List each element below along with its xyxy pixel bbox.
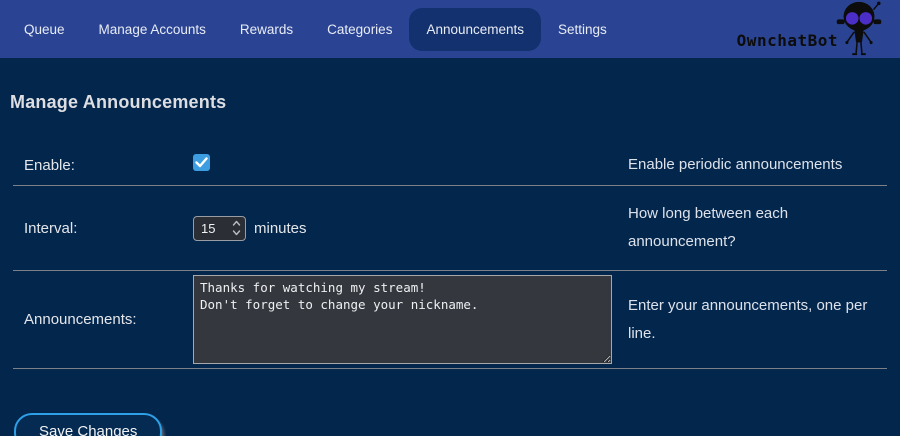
nav-item-announcements[interactable]: Announcements: [409, 8, 541, 51]
enable-checkbox[interactable]: [193, 154, 210, 171]
enable-control-cell: [193, 154, 617, 176]
nav-item-rewards[interactable]: Rewards: [223, 22, 310, 37]
number-spinner-icon[interactable]: [232, 220, 241, 236]
form-row-interval: Interval: minutes How long between each …: [13, 186, 887, 271]
robot-eye-right: [859, 12, 872, 25]
interval-unit-label: minutes: [254, 220, 307, 237]
robot-eye-left: [846, 12, 859, 25]
enable-description: Enable periodic announcements: [617, 151, 887, 179]
nav-item-settings[interactable]: Settings: [541, 22, 624, 37]
announcements-form: Enable: Enable periodic announcements In…: [13, 145, 887, 369]
interval-input-field[interactable]: [201, 221, 225, 236]
brand-logo: OwnchatBot: [737, 0, 884, 58]
interval-description: How long between each announcement?: [617, 200, 887, 256]
nav-item-categories[interactable]: Categories: [310, 22, 409, 37]
interval-control-cell: minutes: [193, 216, 617, 241]
announcements-control-cell: Thanks for watching my stream! Don't for…: [193, 275, 617, 364]
interval-input[interactable]: [193, 216, 246, 241]
brand-name: OwnchatBot: [737, 31, 838, 50]
announcements-textarea[interactable]: Thanks for watching my stream! Don't for…: [193, 275, 612, 364]
form-row-enable: Enable: Enable periodic announcements: [13, 145, 887, 186]
form-row-announcements: Announcements: Thanks for watching my st…: [13, 271, 887, 369]
save-changes-button[interactable]: Save Changes: [14, 413, 162, 436]
page-content: Manage Announcements Enable: Enable peri…: [0, 92, 900, 436]
announcements-label: Announcements:: [13, 311, 193, 328]
interval-label: Interval:: [13, 220, 193, 237]
nav-item-queue[interactable]: Queue: [7, 22, 82, 37]
nav-item-manage-accounts[interactable]: Manage Accounts: [82, 22, 223, 37]
page-title: Manage Announcements: [10, 92, 887, 113]
robot-mascot-icon: [834, 0, 884, 58]
enable-label: Enable:: [13, 157, 193, 174]
announcements-description: Enter your announcements, one per line.: [617, 292, 887, 348]
enable-checkbox-input[interactable]: [193, 154, 210, 171]
nav-list: Queue Manage Accounts Rewards Categories…: [7, 0, 624, 58]
top-nav: Queue Manage Accounts Rewards Categories…: [0, 0, 900, 58]
